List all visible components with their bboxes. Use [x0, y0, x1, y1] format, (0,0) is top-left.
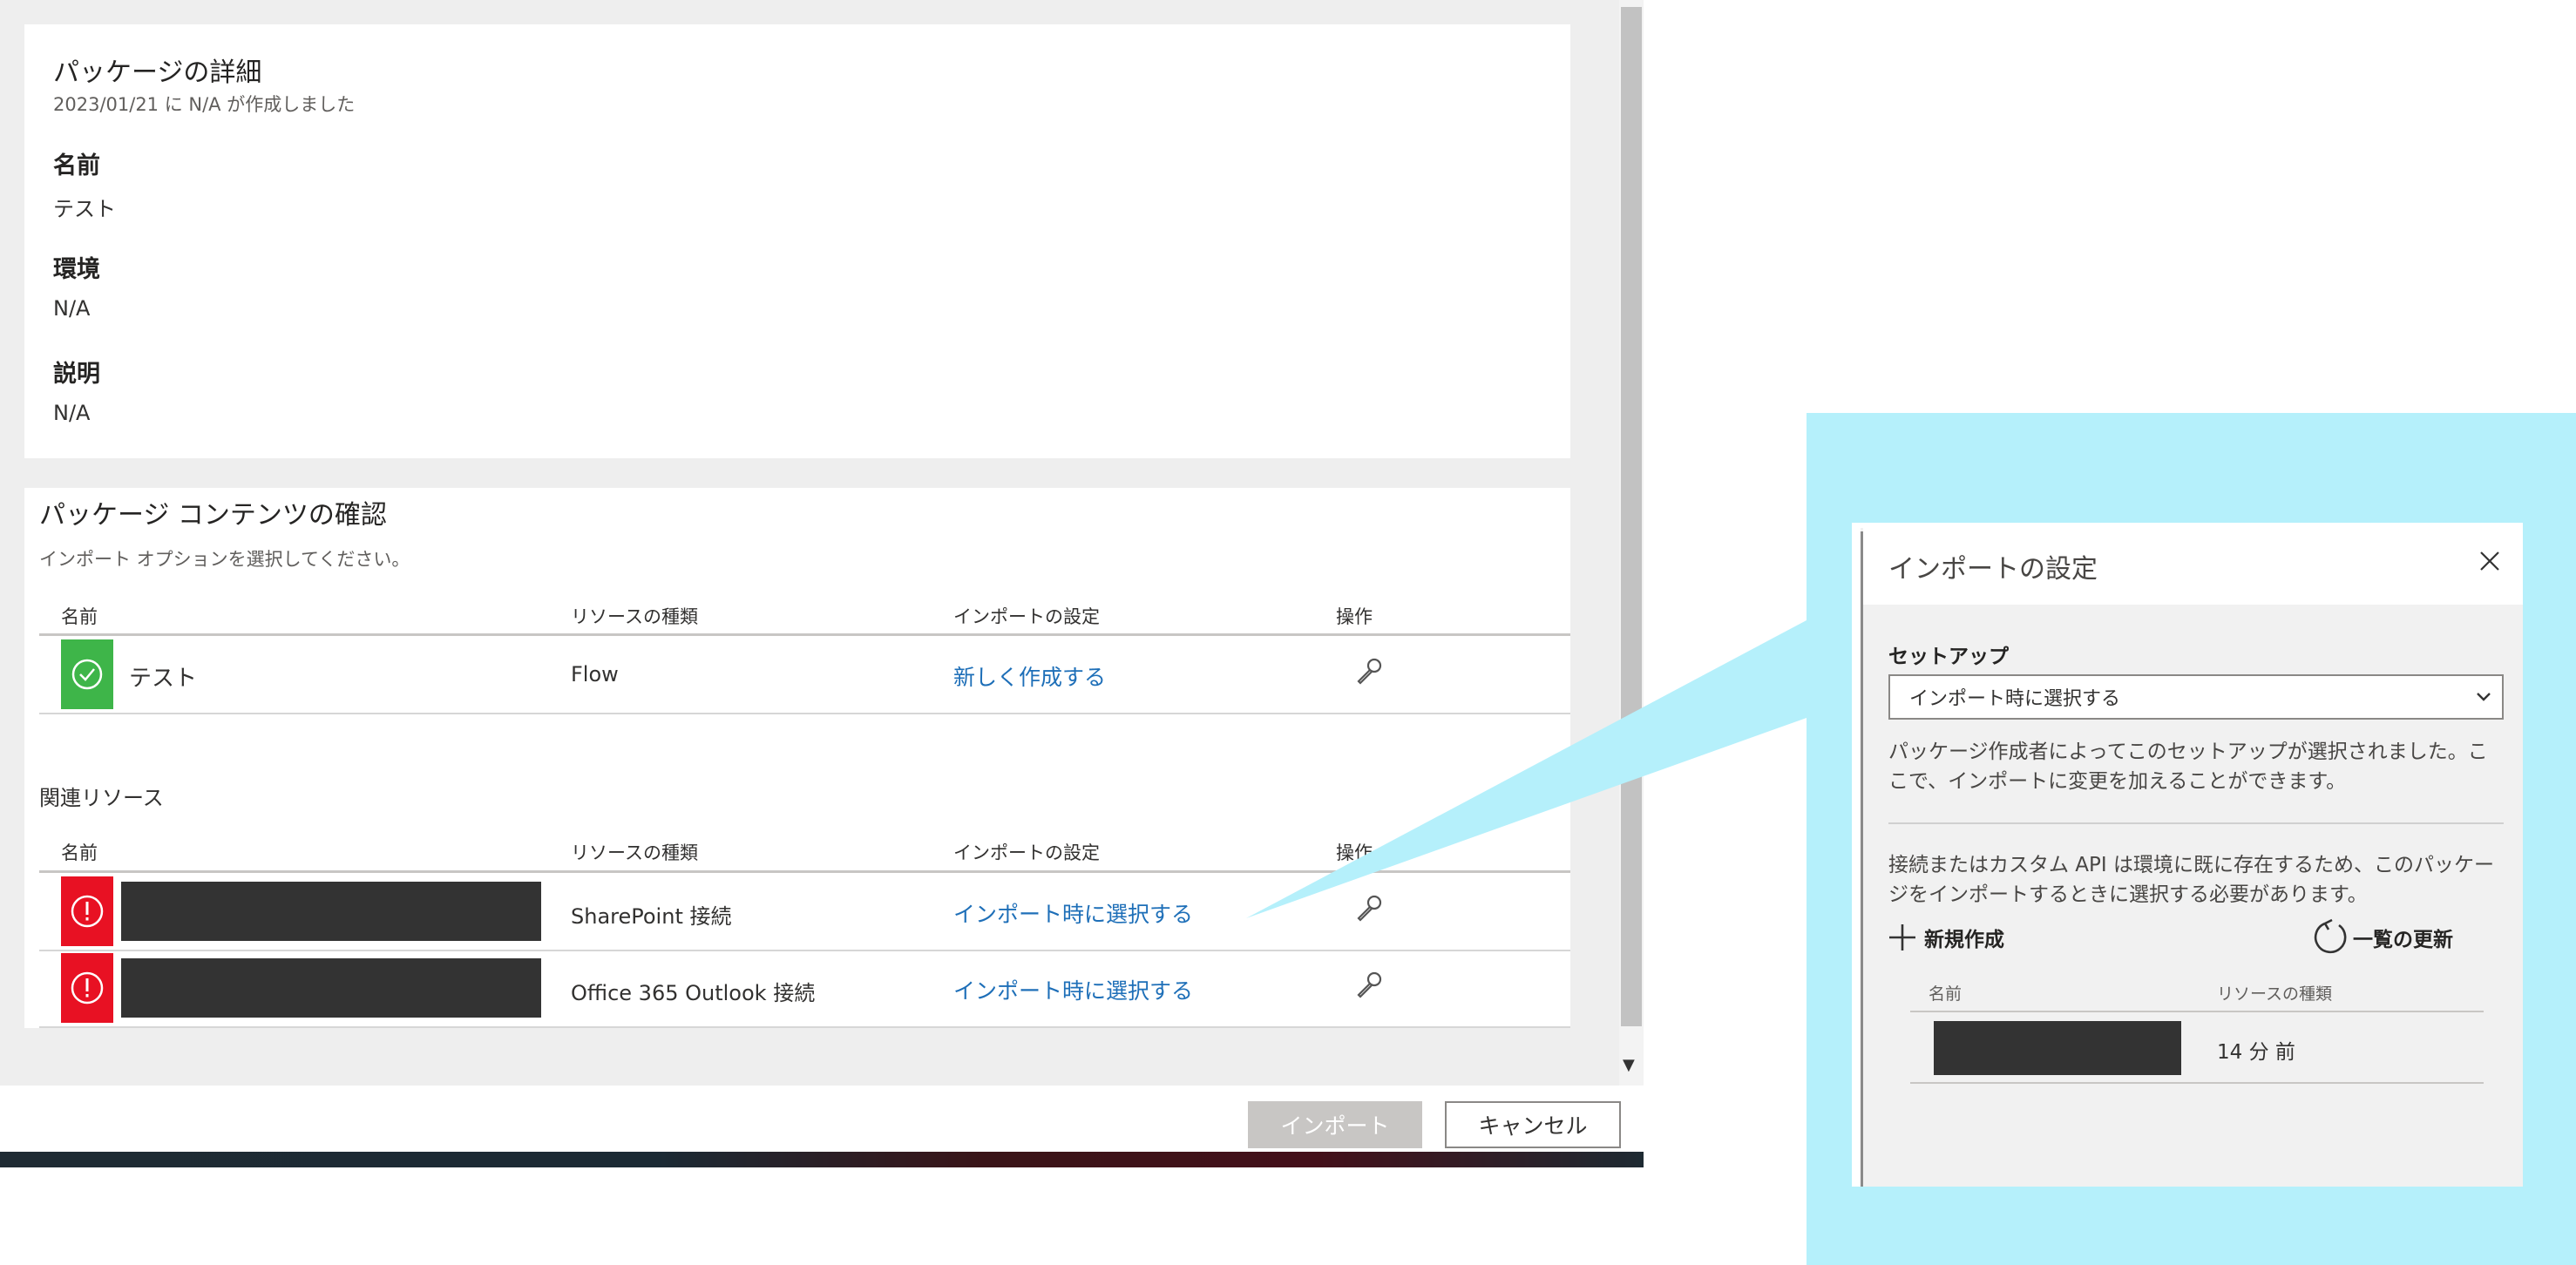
- related-title: 関連リソース: [39, 786, 164, 810]
- import-button[interactable]: インポート: [1248, 1101, 1422, 1148]
- chevron-down-icon: [2474, 687, 2493, 706]
- details-created: 2023/01/21 に N/A が作成しました: [53, 94, 356, 115]
- row-resource-type: Office 365 Outlook 接続: [571, 981, 816, 1005]
- env-value: N/A: [53, 296, 91, 321]
- wrench-icon[interactable]: [1354, 894, 1384, 923]
- col-action: 操作: [1336, 606, 1373, 627]
- row-resource-type: Flow: [571, 662, 619, 687]
- refresh-list-label: 一覧の更新: [2353, 929, 2453, 951]
- related-col-import-setting: インポートの設定: [953, 842, 1100, 863]
- wrench-icon[interactable]: [1354, 971, 1384, 1000]
- taskbar-strip: [0, 1152, 1644, 1167]
- panel-title: インポートの設定: [1888, 554, 2098, 585]
- error-status-icon: [61, 876, 113, 946]
- import-package-window: パッケージの詳細 2023/01/21 に N/A が作成しました 名前 テスト…: [0, 0, 1644, 1167]
- related-col-action: 操作: [1336, 842, 1373, 863]
- panel-divider: [1888, 822, 2504, 824]
- new-connection-button[interactable]: 新規作成: [1888, 920, 2004, 955]
- contents-subtitle: インポート オプションを選択してください。: [39, 549, 410, 570]
- redacted-name: [121, 882, 541, 941]
- setup-select[interactable]: インポート時に選択する: [1888, 674, 2504, 720]
- contents-title: パッケージ コンテンツの確認: [39, 500, 387, 531]
- row-divider: [39, 713, 1570, 714]
- row-import-setting-link[interactable]: 新しく作成する: [953, 660, 1106, 692]
- scroll-down-arrow-icon[interactable]: ▼: [1623, 1056, 1635, 1074]
- name-value: テスト: [53, 197, 116, 221]
- row-import-setting-link[interactable]: インポート時に選択する: [953, 974, 1193, 1005]
- connection-row-time: 14 分 前: [2217, 1041, 2295, 1064]
- desc-label: 説明: [53, 361, 100, 388]
- row-divider: [39, 1026, 1570, 1028]
- panel-col-resource-type: リソースの種類: [2217, 984, 2333, 1004]
- cancel-button[interactable]: キャンセル: [1445, 1101, 1621, 1148]
- row-import-setting-link[interactable]: インポート時に選択する: [953, 897, 1193, 929]
- setup-label: セットアップ: [1888, 646, 2009, 668]
- error-status-icon: [61, 953, 113, 1023]
- scrollbar-thumb[interactable]: [1621, 7, 1642, 1026]
- details-title: パッケージの詳細: [53, 58, 262, 88]
- redacted-name: [121, 958, 541, 1018]
- row-name: テスト: [129, 666, 198, 692]
- desc-value: N/A: [53, 401, 91, 425]
- name-label: 名前: [53, 152, 100, 179]
- plus-icon: [1888, 923, 1917, 952]
- related-col-resource-type: リソースの種類: [571, 842, 698, 863]
- panel-left-edge: [1852, 523, 1861, 1187]
- new-connection-label: 新規作成: [1924, 929, 2004, 951]
- col-name: 名前: [61, 606, 98, 627]
- refresh-list-button[interactable]: 一覧の更新: [2313, 918, 2453, 957]
- success-status-icon: [61, 639, 113, 709]
- close-icon[interactable]: [2479, 551, 2500, 572]
- col-import-setting: インポートの設定: [953, 606, 1100, 627]
- refresh-icon: [2313, 918, 2348, 957]
- setup-select-value: インポート時に選択する: [1909, 688, 2121, 710]
- row-resource-type: SharePoint 接続: [571, 904, 732, 929]
- table-row[interactable]: [39, 636, 1570, 713]
- env-label: 環境: [53, 256, 100, 283]
- package-details-card: [24, 24, 1570, 458]
- wrench-icon[interactable]: [1354, 657, 1384, 687]
- setup-description: パッケージ作成者によってこのセットアップが選択されました。ここで、インポートに変…: [1888, 741, 2488, 793]
- panel-col-name: 名前: [1929, 984, 1963, 1004]
- panel-left-line: [1861, 531, 1863, 1187]
- related-col-name: 名前: [61, 842, 98, 863]
- panel-row-divider: [1910, 1082, 2484, 1084]
- connection-description: 接続またはカスタム API は環境に既に存在するため、このパッケージをインポート…: [1888, 854, 2495, 906]
- col-resource-type: リソースの種類: [571, 606, 698, 627]
- redacted-connection-name: [1934, 1021, 2181, 1075]
